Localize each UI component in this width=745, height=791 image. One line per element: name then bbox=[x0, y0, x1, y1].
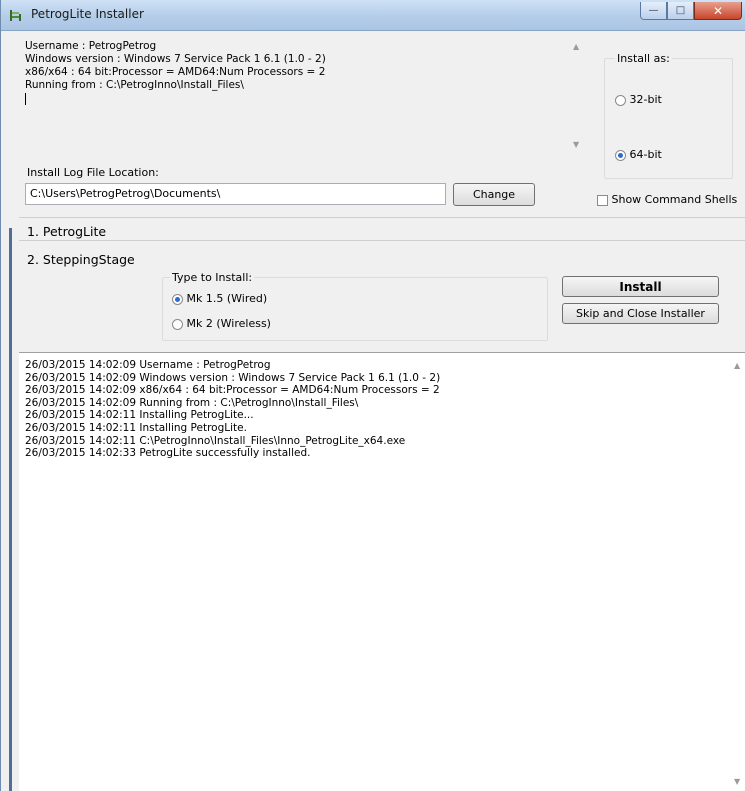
log-line: 26/03/2015 14:02:09 Windows version : Wi… bbox=[25, 371, 441, 384]
system-info-text[interactable]: Username : PetrogPetrog Windows version … bbox=[25, 40, 587, 160]
log-line: 26/03/2015 14:02:09 Running from : C:\Pe… bbox=[25, 396, 359, 409]
log-location-field[interactable]: C:\Users\PetrogPetrog\Documents\ bbox=[25, 183, 446, 205]
info-line: Windows version : Windows 7 Service Pack… bbox=[25, 53, 326, 65]
type-to-install-label: Type to Install: bbox=[170, 271, 255, 284]
radio-64bit-label: 64-bit bbox=[629, 148, 662, 161]
radio-icon bbox=[615, 94, 626, 106]
radio-selected-icon bbox=[172, 293, 183, 305]
app-icon bbox=[9, 8, 23, 22]
info-line: x86/x64 : 64 bit:Processor = AMD64:Num P… bbox=[25, 66, 326, 78]
log-line: 26/03/2015 14:02:11 Installing PetrogLit… bbox=[25, 409, 254, 422]
section-petroglite[interactable]: 1. PetrogLite bbox=[27, 224, 106, 239]
title-bar[interactable]: PetrogLite Installer — □ ✕ bbox=[1, 0, 745, 31]
show-command-shells-checkbox[interactable]: Show Command Shells bbox=[597, 193, 737, 206]
log-location-label: Install Log File Location: bbox=[27, 166, 159, 179]
radio-32bit-label: 32-bit bbox=[629, 93, 662, 106]
log-line: 26/03/2015 14:02:09 x86/x64 : 64 bit:Pro… bbox=[25, 384, 440, 397]
divider bbox=[19, 217, 745, 218]
type-to-install-group bbox=[162, 277, 548, 341]
info-scrollbar[interactable]: ▲ ▼ bbox=[569, 40, 585, 158]
skip-close-button[interactable]: Skip and Close Installer bbox=[562, 303, 719, 324]
show-command-shells-label: Show Command Shells bbox=[611, 193, 738, 206]
radio-64bit[interactable]: 64-bit bbox=[615, 148, 662, 161]
log-line: 26/03/2015 14:02:09 Username : PetrogPet… bbox=[25, 359, 271, 371]
scroll-up-icon[interactable]: ▲ bbox=[734, 361, 740, 370]
install-button[interactable]: Install bbox=[562, 276, 719, 297]
maximize-button[interactable]: □ bbox=[667, 2, 694, 20]
log-line: 26/03/2015 14:02:11 Installing PetrogLit… bbox=[25, 421, 247, 434]
scroll-down-icon[interactable]: ▼ bbox=[734, 777, 740, 786]
text-cursor bbox=[25, 93, 26, 105]
info-line: Running from : C:\PetrogInno\Install_Fil… bbox=[25, 79, 244, 91]
log-lines: 26/03/2015 14:02:09 Username : PetrogPet… bbox=[25, 359, 440, 460]
left-frame-edge bbox=[9, 228, 12, 791]
radio-32bit[interactable]: 32-bit bbox=[615, 93, 662, 106]
log-line: 26/03/2015 14:02:33 PetrogLite successfu… bbox=[25, 447, 311, 460]
section-steppingstage[interactable]: 2. SteppingStage bbox=[27, 252, 135, 267]
scroll-down-icon[interactable]: ▼ bbox=[573, 140, 579, 149]
divider bbox=[19, 240, 745, 241]
close-button[interactable]: ✕ bbox=[694, 2, 742, 20]
radio-mk15[interactable]: Mk 1.5 (Wired) bbox=[172, 292, 267, 305]
info-line: Username : PetrogPetrog bbox=[25, 40, 157, 52]
radio-selected-icon bbox=[615, 149, 626, 161]
window-title: PetrogLite Installer bbox=[31, 7, 144, 21]
install-log-panel[interactable]: 26/03/2015 14:02:09 Username : PetrogPet… bbox=[19, 352, 745, 791]
radio-mk2-label: Mk 2 (Wireless) bbox=[186, 317, 271, 330]
log-line: 26/03/2015 14:02:11 C:\PetrogInno\Instal… bbox=[25, 434, 406, 447]
radio-mk2[interactable]: Mk 2 (Wireless) bbox=[172, 317, 271, 330]
installer-window: PetrogLite Installer — □ ✕ Username : Pe… bbox=[0, 0, 745, 791]
minimize-button[interactable]: — bbox=[640, 2, 667, 20]
radio-icon bbox=[172, 318, 183, 330]
checkbox-icon bbox=[597, 194, 608, 206]
radio-mk15-label: Mk 1.5 (Wired) bbox=[186, 292, 268, 305]
change-button[interactable]: Change bbox=[453, 183, 535, 206]
scroll-up-icon[interactable]: ▲ bbox=[573, 42, 579, 51]
install-as-label: Install as: bbox=[615, 52, 672, 65]
log-scrollbar[interactable]: ▲ ▼ bbox=[730, 353, 745, 791]
